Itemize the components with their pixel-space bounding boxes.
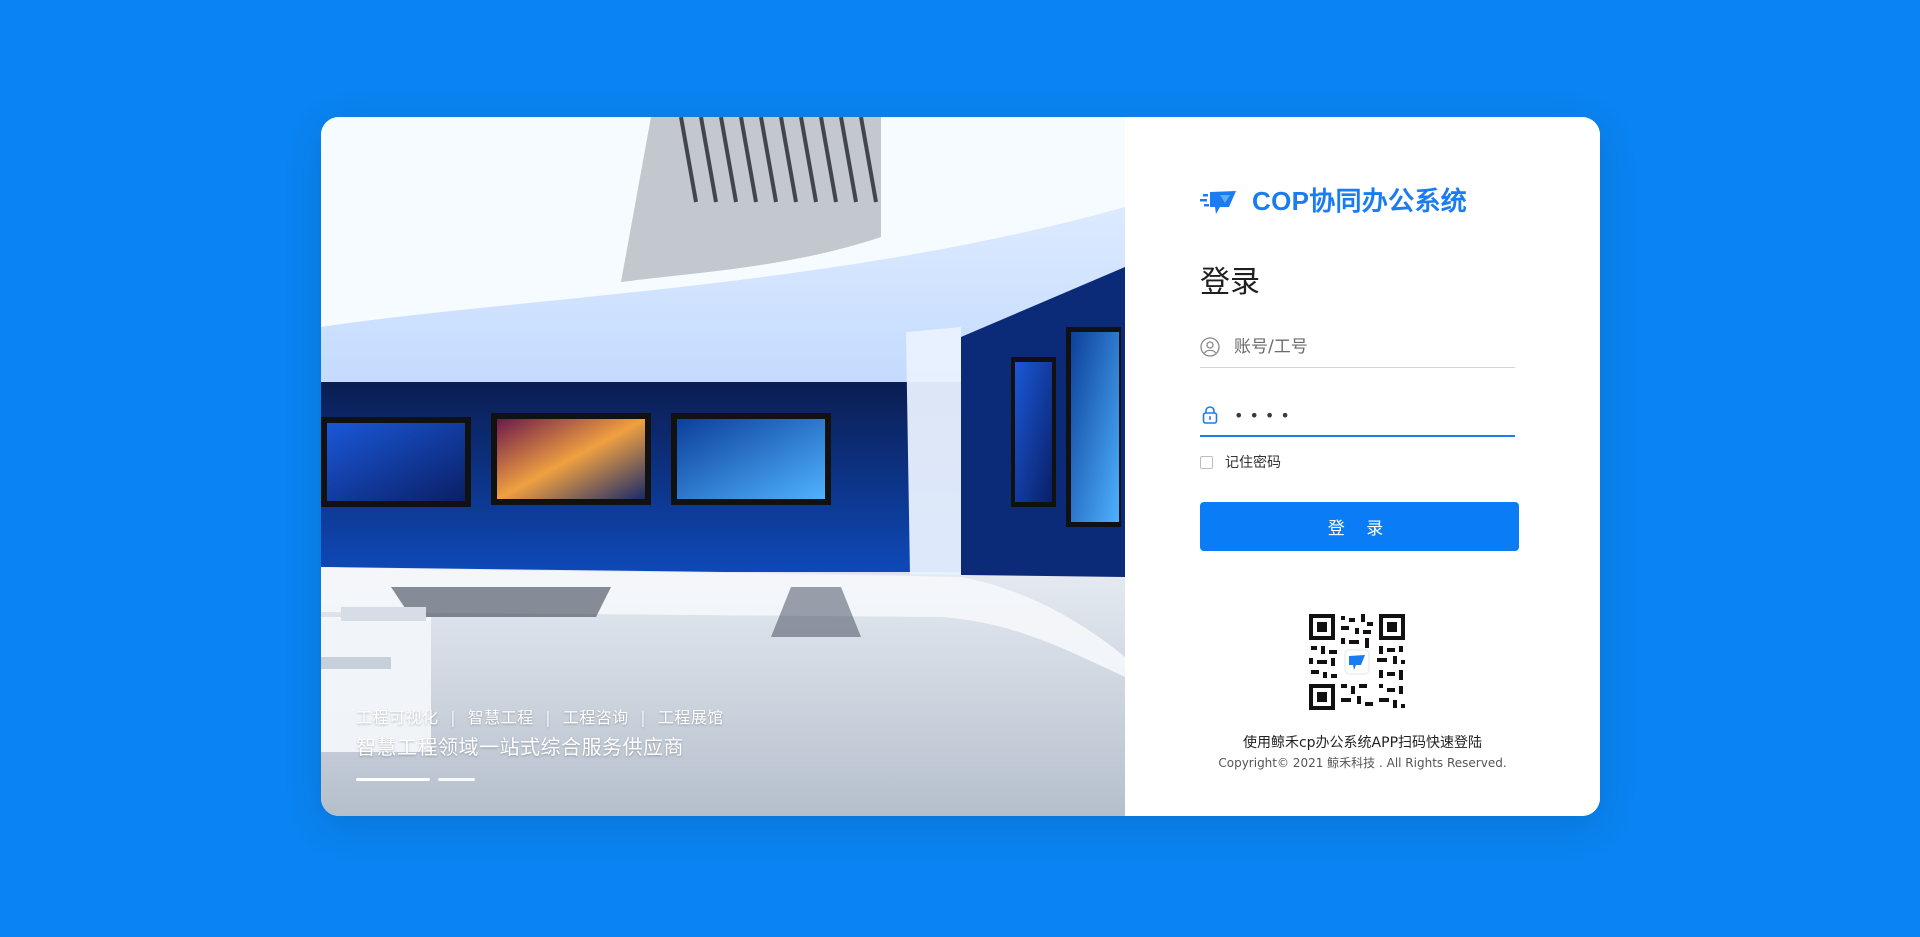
username-field	[1200, 327, 1515, 368]
username-input[interactable]	[1234, 337, 1494, 357]
tag-separator: |	[640, 708, 647, 727]
login-button[interactable]: 登 录	[1200, 502, 1519, 551]
carousel-indicators	[356, 778, 475, 781]
hero-slogan: 智慧工程领域一站式综合服务供应商	[356, 735, 684, 759]
tag-separator: |	[545, 708, 552, 727]
remember-password[interactable]: 记住密码	[1200, 452, 1281, 472]
carousel-dot[interactable]	[438, 778, 475, 781]
user-icon	[1200, 337, 1220, 357]
hero-tag: 工程咨询	[562, 708, 629, 727]
password-input[interactable]	[1234, 405, 1494, 425]
qr-code-icon	[1307, 612, 1407, 712]
hero-tag: 工程展馆	[657, 708, 724, 727]
whale-logo-icon	[1200, 190, 1236, 214]
login-title: 登录	[1200, 265, 1260, 300]
login-panel: COP协同办公系统 登录 账号/工号 记住密码 登 录 使用鲸禾cp办公系统AP…	[1125, 117, 1600, 816]
hero-panel: 工程可视化 | 智慧工程 | 工程咨询 | 工程展馆 智慧工程领域一站式综合服务…	[321, 117, 1125, 816]
login-card: 工程可视化 | 智慧工程 | 工程咨询 | 工程展馆 智慧工程领域一站式综合服务…	[321, 117, 1600, 816]
hero-tag: 工程可视化	[356, 708, 439, 727]
lock-icon	[1202, 406, 1218, 424]
remember-checkbox[interactable]	[1200, 455, 1213, 469]
app-name: COP协同办公系统	[1252, 186, 1468, 216]
carousel-dot-active[interactable]	[356, 778, 430, 781]
hero-tags: 工程可视化 | 智慧工程 | 工程咨询 | 工程展馆	[356, 704, 724, 728]
tag-separator: |	[450, 708, 456, 727]
copyright: Copyright© 2021 鲸禾科技 . All Rights Reserv…	[1218, 756, 1507, 770]
hero-tag: 智慧工程	[467, 708, 534, 727]
remember-label: 记住密码	[1225, 455, 1281, 471]
password-field	[1200, 395, 1515, 437]
brand: COP协同办公系统	[1200, 181, 1467, 218]
login-page: 工程可视化 | 智慧工程 | 工程咨询 | 工程展馆 智慧工程领域一站式综合服务…	[0, 0, 1920, 937]
qr-caption: 使用鲸禾cp办公系统APP扫码快速登陆	[1242, 735, 1483, 751]
